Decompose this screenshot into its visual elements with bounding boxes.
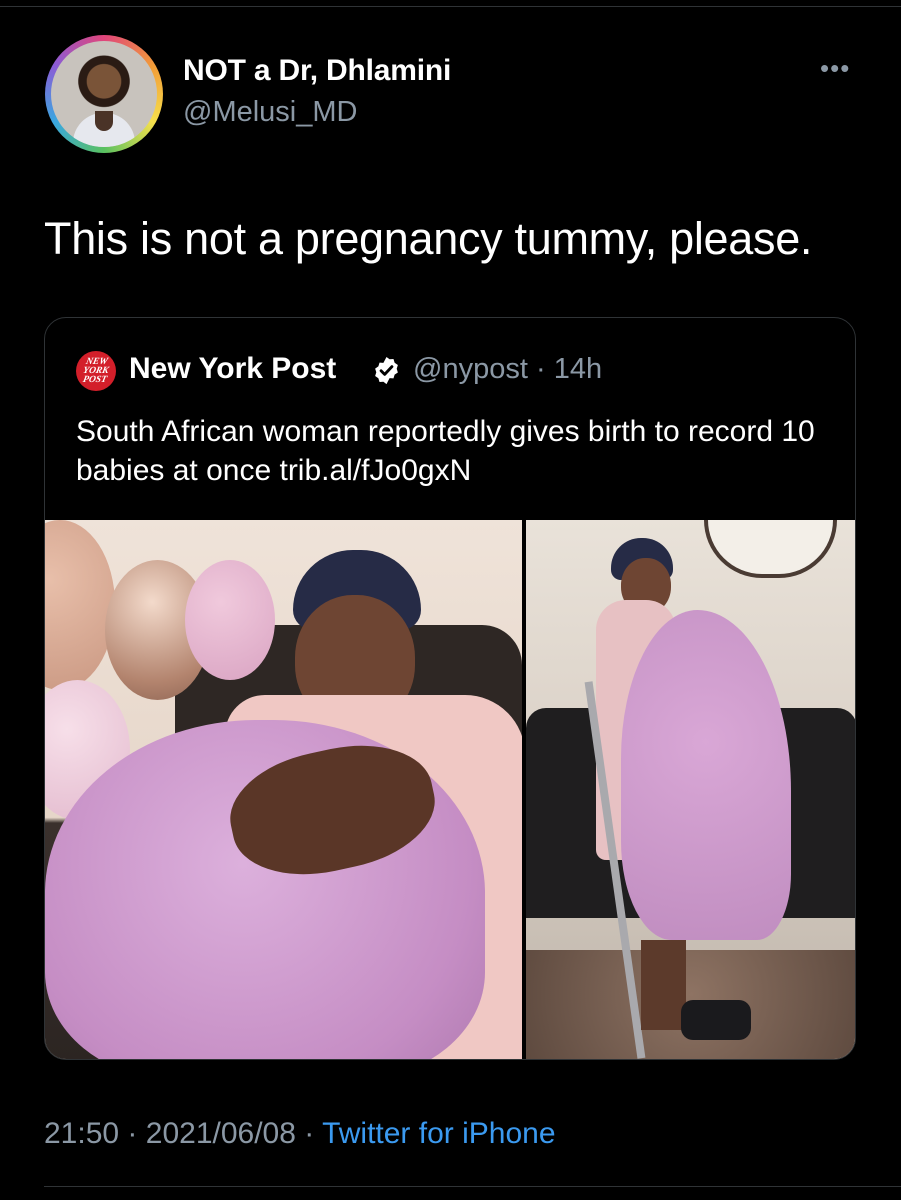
avatar-photo — [51, 41, 157, 147]
author-display-name[interactable]: NOT a Dr, Dhlamini — [183, 54, 451, 88]
verified-badge-icon — [375, 356, 398, 385]
bottom-divider — [44, 1186, 901, 1187]
tweet-metadata: 21:50 · 2021/06/08 · Twitter for iPhone — [44, 1117, 556, 1150]
tweet-time[interactable]: 21:50 — [44, 1117, 119, 1150]
quoted-handle[interactable]: @nypost — [413, 353, 528, 385]
media-photo-right[interactable] — [526, 520, 855, 1059]
tweet-date[interactable]: 2021/06/08 — [146, 1117, 296, 1150]
top-divider — [0, 6, 901, 7]
author-avatar[interactable] — [45, 35, 163, 153]
author-handle[interactable]: @Melusi_MD — [183, 96, 357, 129]
quoted-handle-line[interactable]: @nypost · 14h — [413, 353, 602, 386]
tweet-source-link[interactable]: Twitter for iPhone — [322, 1117, 555, 1150]
tweet-text: This is not a pregnancy tummy, please. — [44, 213, 813, 264]
nypost-logo-icon: NEW YORK POST — [76, 351, 116, 391]
media-photo-left[interactable] — [45, 520, 522, 1059]
quoted-tweet-card[interactable]: NEW YORK POST New York Post @nypost · 14h … — [44, 317, 856, 1060]
more-horizontal-icon[interactable]: ••• — [820, 55, 850, 81]
quoted-age: 14h — [553, 353, 603, 385]
quoted-author-name[interactable]: New York Post — [129, 352, 336, 386]
quoted-tweet-text: South African woman reportedly gives bir… — [76, 415, 815, 487]
